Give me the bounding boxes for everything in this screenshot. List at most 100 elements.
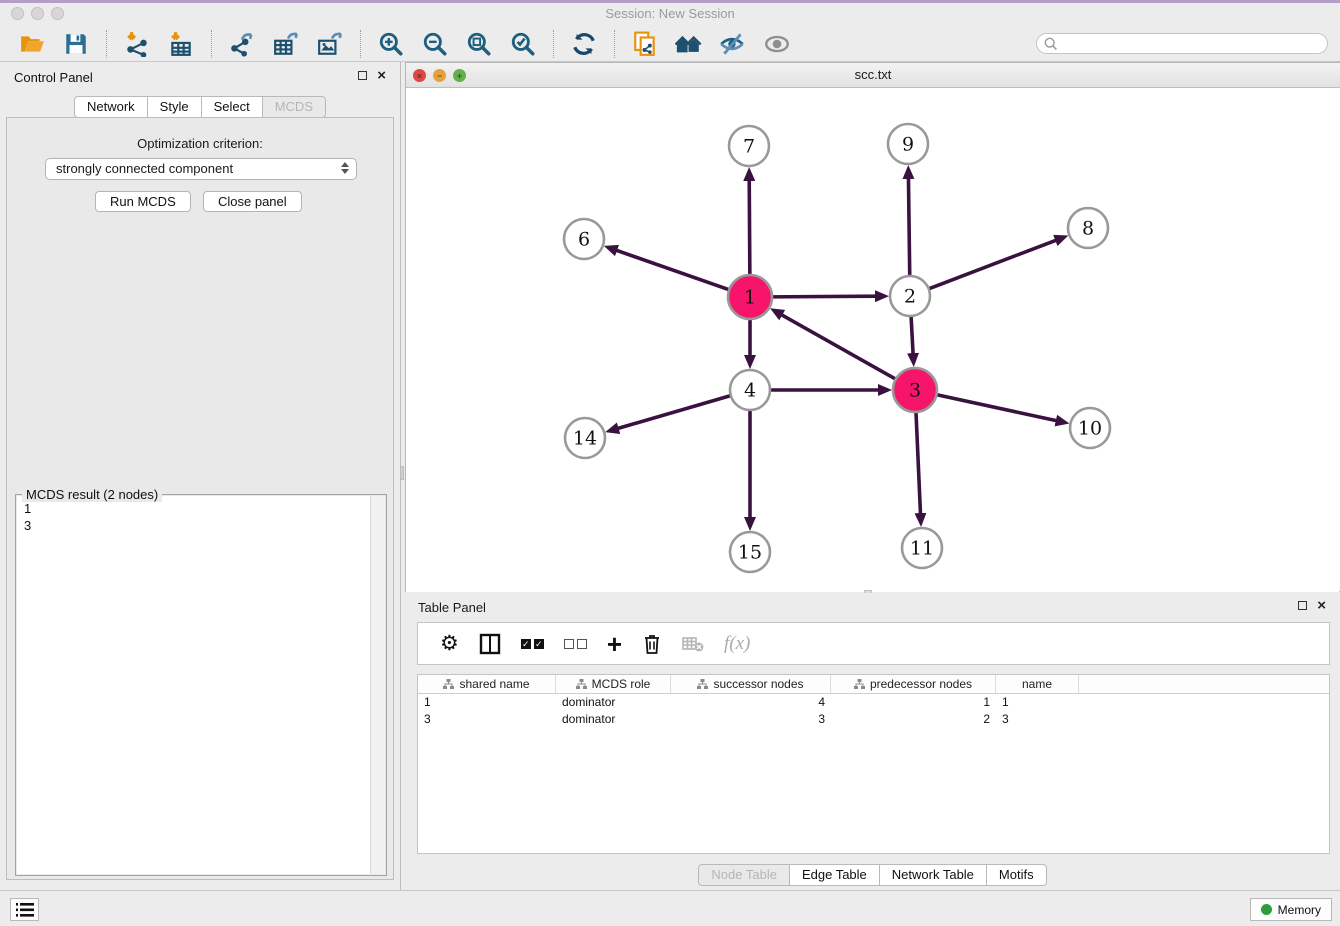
graph-edge-4-14[interactable] bbox=[618, 395, 733, 428]
node-table-header: shared name MCDS rolesuccessor nodes prede… bbox=[418, 675, 1329, 694]
memory-button[interactable]: Memory bbox=[1250, 898, 1332, 921]
column-header-name[interactable]: name bbox=[996, 675, 1079, 693]
tab-motifs[interactable]: Motifs bbox=[987, 864, 1047, 886]
graph-edge-1-7[interactable] bbox=[749, 180, 750, 277]
tab-node-table[interactable]: Node Table bbox=[698, 864, 790, 886]
mcds-result-text: 1 3 bbox=[17, 496, 369, 874]
mcds-result-area[interactable]: 1 3 bbox=[17, 496, 385, 874]
export-table-icon[interactable] bbox=[272, 30, 300, 58]
table-cell[interactable]: 1 bbox=[418, 694, 556, 711]
search-input[interactable] bbox=[1063, 37, 1313, 51]
graph-node-label-2: 2 bbox=[904, 286, 916, 308]
window-controls bbox=[11, 7, 64, 20]
task-history-button[interactable] bbox=[10, 898, 39, 921]
result-scrollbar[interactable] bbox=[370, 496, 385, 874]
toolbar-separator bbox=[106, 30, 107, 58]
hide-graphics-icon[interactable] bbox=[719, 30, 747, 58]
table-cell[interactable]: 3 bbox=[418, 711, 556, 728]
vertical-splitter-handle[interactable] bbox=[400, 466, 404, 480]
column-header-predecessor-nodes[interactable]: predecessor nodes bbox=[831, 675, 996, 693]
select-all-rows-icon[interactable]: ✓✓ bbox=[521, 631, 544, 657]
graph-node-label-6: 6 bbox=[578, 229, 590, 251]
zoom-fit-icon[interactable] bbox=[465, 30, 493, 58]
table-panel: Table Panel × ⚙ ✓✓ + f(x) shared nameMCD… bbox=[405, 593, 1340, 890]
tab-network-table[interactable]: Network Table bbox=[880, 864, 987, 886]
graph-node-label-4: 4 bbox=[744, 380, 756, 402]
network-window-title: scc.txt bbox=[406, 63, 1340, 87]
search-field[interactable] bbox=[1036, 33, 1328, 54]
table-toolbar: ⚙ ✓✓ + f(x) bbox=[417, 622, 1330, 665]
zoom-selected-icon[interactable] bbox=[509, 30, 537, 58]
add-row-icon[interactable]: + bbox=[607, 631, 622, 657]
close-panel-button[interactable]: Close panel bbox=[203, 191, 302, 212]
deselect-all-rows-icon[interactable] bbox=[564, 631, 587, 657]
delete-rows-icon[interactable] bbox=[642, 631, 662, 657]
table-cell[interactable]: 3 bbox=[671, 711, 831, 728]
close-window-button[interactable] bbox=[11, 7, 24, 20]
network-window-titlebar[interactable]: × − + scc.txt bbox=[406, 63, 1340, 88]
zoom-out-icon[interactable] bbox=[421, 30, 449, 58]
apply-layout-icon[interactable] bbox=[570, 30, 598, 58]
table-row[interactable]: 1dominator411 bbox=[418, 694, 1329, 711]
graph-edge-3-11[interactable] bbox=[916, 410, 921, 514]
column-label: shared name bbox=[459, 677, 529, 691]
memory-status-icon bbox=[1261, 904, 1272, 915]
table-cell[interactable]: 1 bbox=[831, 694, 996, 711]
show-graphics-icon[interactable] bbox=[763, 30, 791, 58]
network-overview-icon[interactable] bbox=[675, 30, 703, 58]
table-row[interactable]: 3dominator323 bbox=[418, 711, 1329, 728]
column-settings-icon[interactable]: ⚙ bbox=[440, 631, 459, 657]
column-type-icon bbox=[854, 679, 865, 689]
export-image-icon[interactable] bbox=[316, 30, 344, 58]
graph-edge-2-3[interactable] bbox=[911, 314, 913, 354]
tab-mcds[interactable]: MCDS bbox=[263, 96, 326, 118]
tab-select[interactable]: Select bbox=[202, 96, 263, 118]
minimize-window-button[interactable] bbox=[31, 7, 44, 20]
split-panel-icon[interactable] bbox=[479, 631, 501, 657]
network-minimize-icon[interactable]: − bbox=[433, 69, 446, 82]
column-header-MCDS-role[interactable]: MCDS role bbox=[556, 675, 671, 693]
column-header-shared-name[interactable]: shared name bbox=[418, 675, 556, 693]
table-cell[interactable]: dominator bbox=[556, 694, 671, 711]
optimization-criterion-label: Optimization criterion: bbox=[7, 136, 393, 151]
zoom-in-icon[interactable] bbox=[377, 30, 405, 58]
graph-edge-1-2[interactable] bbox=[770, 296, 876, 297]
duplicate-network-icon[interactable] bbox=[631, 30, 659, 58]
graph-edge-2-8[interactable] bbox=[927, 240, 1056, 289]
column-type-icon bbox=[576, 679, 587, 689]
graph-edge-2-9[interactable] bbox=[908, 178, 909, 278]
float-panel-icon[interactable] bbox=[1298, 601, 1307, 610]
column-label: predecessor nodes bbox=[870, 677, 972, 691]
graph-node-label-7: 7 bbox=[743, 136, 755, 158]
column-header-successor-nodes[interactable]: successor nodes bbox=[671, 675, 831, 693]
table-cell[interactable]: 4 bbox=[671, 694, 831, 711]
tab-edge-table[interactable]: Edge Table bbox=[790, 864, 880, 886]
import-network-icon[interactable] bbox=[123, 30, 151, 58]
network-close-icon[interactable]: × bbox=[413, 69, 426, 82]
zoom-window-button[interactable] bbox=[51, 7, 64, 20]
float-panel-icon[interactable] bbox=[358, 71, 367, 80]
graph-edge-3-1[interactable] bbox=[781, 315, 897, 381]
tab-style[interactable]: Style bbox=[148, 96, 202, 118]
open-session-icon[interactable] bbox=[18, 30, 46, 58]
table-cell[interactable]: 1 bbox=[996, 694, 1079, 711]
criterion-dropdown[interactable]: strongly connected component bbox=[45, 158, 357, 180]
network-zoom-icon[interactable]: + bbox=[453, 69, 466, 82]
graph-node-label-1: 1 bbox=[744, 287, 756, 309]
delete-table-icon bbox=[682, 631, 704, 657]
function-builder-icon: f(x) bbox=[724, 631, 750, 657]
close-panel-icon[interactable]: × bbox=[1317, 601, 1326, 610]
save-session-icon[interactable] bbox=[62, 30, 90, 58]
dropdown-arrows-icon bbox=[341, 162, 349, 174]
run-mcds-button[interactable]: Run MCDS bbox=[95, 191, 191, 212]
import-table-icon[interactable] bbox=[167, 30, 195, 58]
table-cell[interactable]: dominator bbox=[556, 711, 671, 728]
graph-edge-1-6[interactable] bbox=[616, 250, 731, 290]
close-panel-icon[interactable]: × bbox=[377, 71, 386, 80]
graph-edge-3-10[interactable] bbox=[935, 394, 1057, 421]
table-cell[interactable]: 3 bbox=[996, 711, 1079, 728]
table-cell[interactable]: 2 bbox=[831, 711, 996, 728]
network-canvas[interactable]: 7968124314101511 bbox=[406, 88, 1339, 592]
tab-network[interactable]: Network bbox=[74, 96, 148, 118]
export-network-icon[interactable] bbox=[228, 30, 256, 58]
